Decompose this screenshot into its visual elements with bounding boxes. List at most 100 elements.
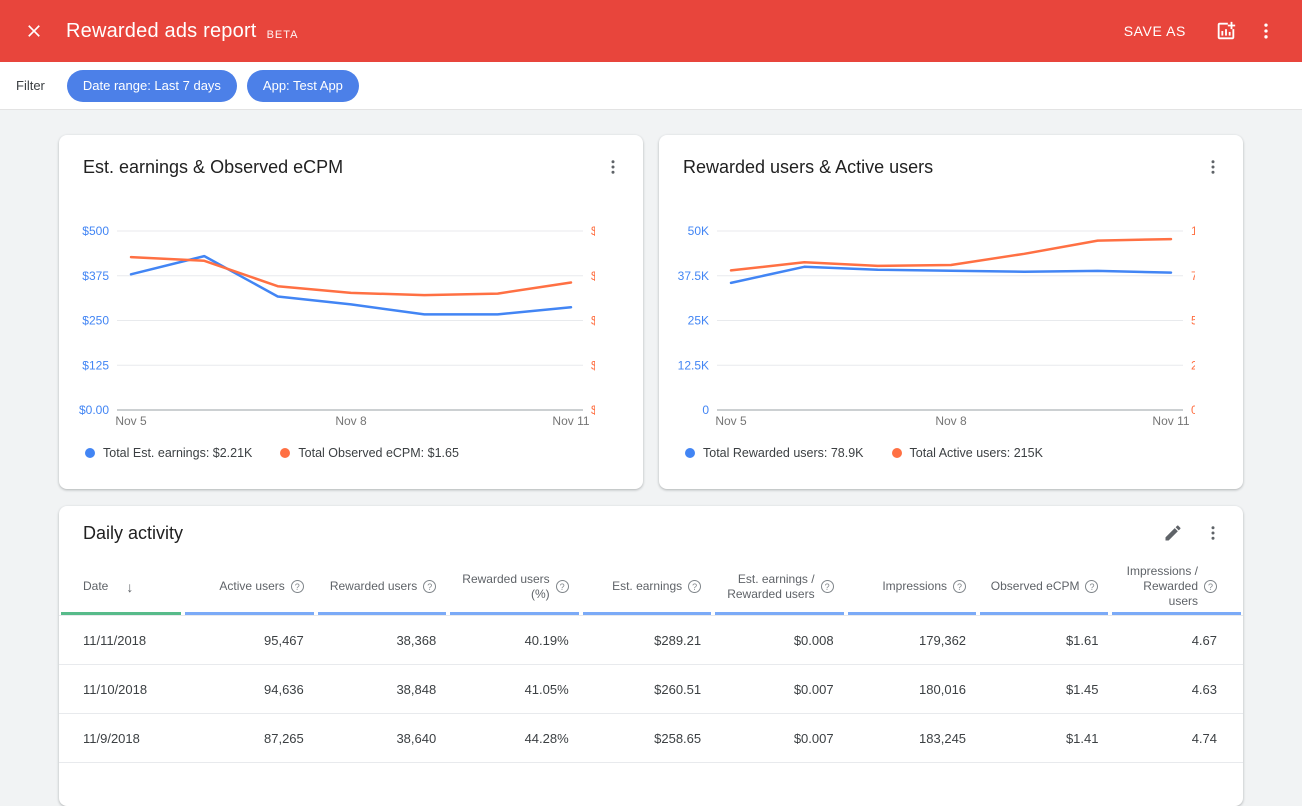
legend-item: Total Rewarded users: 78.9K [685, 446, 864, 460]
daily-activity-card: Daily activity Date↓Active users?Rewarde… [59, 506, 1243, 806]
legend-dot [280, 448, 290, 458]
info-icon[interactable]: ? [556, 580, 569, 593]
column-underline [848, 612, 976, 615]
column-label: Active users [219, 579, 284, 594]
chart-menu-button[interactable] [593, 147, 633, 187]
table-cell: $0.007 [713, 714, 845, 763]
filter-chip-app[interactable]: App: Test App [247, 70, 359, 102]
table-menu-button[interactable] [1193, 513, 1233, 553]
info-icon[interactable]: ? [1085, 580, 1098, 593]
table-cell: 95,467 [183, 616, 315, 665]
column-label: Rewarded users (%) [460, 572, 549, 602]
table-cell: 4.67 [1110, 616, 1243, 665]
left-axis-tick: $0.00 [79, 403, 109, 417]
left-axis-tick: $125 [82, 358, 109, 372]
series-line-est-earnings [131, 256, 571, 314]
column-underline [61, 612, 181, 615]
right-axis-tick: $2.40 [591, 224, 595, 238]
table-cell: 179,362 [846, 616, 978, 665]
info-icon[interactable]: ? [688, 580, 701, 593]
column-label: Observed eCPM [991, 579, 1080, 594]
table-cell: 94,636 [183, 665, 315, 714]
column-underline [980, 612, 1108, 615]
info-icon[interactable]: ? [423, 580, 436, 593]
info-icon[interactable]: ? [291, 580, 304, 593]
filter-label: Filter [16, 78, 45, 93]
pencil-icon [1163, 523, 1183, 543]
legend-item: Total Est. earnings: $2.21K [85, 446, 252, 460]
table-cell: $1.61 [978, 616, 1110, 665]
kebab-icon [1204, 524, 1222, 542]
edit-columns-button[interactable] [1153, 513, 1193, 553]
chart-title: Est. earnings & Observed eCPM [83, 157, 593, 178]
table-cell: $260.51 [581, 665, 713, 714]
column-label: Est. earnings / Rewarded users [725, 572, 814, 602]
table-cell: 38,640 [316, 714, 448, 763]
column-header-impressions-rewarded-users[interactable]: Impressions / Rewarded users? [1110, 560, 1243, 616]
right-axis-tick: 100K [1191, 224, 1195, 238]
table-cell: $1.45 [978, 665, 1110, 714]
chart-menu-button[interactable] [1193, 147, 1233, 187]
right-axis-tick: $0.00 [591, 403, 595, 417]
add-chart-icon [1215, 20, 1237, 42]
earnings-ecpm-chart: $500$2.40$375$1.80$250$1.20$125$0.60$0.0… [59, 199, 643, 434]
table-cell: 38,848 [316, 665, 448, 714]
right-axis-tick: 0 [1191, 403, 1195, 417]
info-icon[interactable]: ? [821, 580, 834, 593]
daily-activity-title: Daily activity [83, 523, 1153, 544]
table-row [59, 763, 1243, 803]
overflow-menu-button[interactable] [1246, 11, 1286, 51]
line-chart: $500$2.40$375$1.80$250$1.20$125$0.60$0.0… [59, 199, 595, 434]
column-header-active-users[interactable]: Active users? [183, 560, 315, 616]
info-icon[interactable]: ? [1204, 580, 1217, 593]
legend-dot [685, 448, 695, 458]
right-axis-tick: $0.60 [591, 358, 595, 372]
save-as-button[interactable]: SAVE AS [1118, 22, 1192, 40]
x-axis-tick: Nov 11 [552, 414, 589, 428]
left-axis-tick: 25K [688, 314, 709, 328]
close-button[interactable] [14, 11, 54, 51]
chart-legend: Total Est. earnings: $2.21K Total Observe… [59, 446, 643, 460]
legend-label: Total Observed eCPM: $1.65 [298, 446, 459, 460]
table-cell: 44.28% [448, 714, 580, 763]
column-header-est-earnings[interactable]: Est. earnings? [581, 560, 713, 616]
column-label: Impressions / Rewarded users [1122, 564, 1198, 609]
table-row: 11/11/201895,46738,36840.19%$289.21$0.00… [59, 616, 1243, 665]
column-label: Est. earnings [612, 579, 682, 594]
info-icon[interactable]: ? [953, 580, 966, 593]
users-chart: 50K100K37.5K75K25K50K12.5K25K00Nov 5Nov … [659, 199, 1243, 434]
add-chart-button[interactable] [1206, 11, 1246, 51]
daily-activity-table: Date↓Active users?Rewarded users?Rewarde… [59, 560, 1243, 803]
series-line-rewarded-users [731, 267, 1171, 283]
column-header-est-earnings-rewarded-users[interactable]: Est. earnings / Rewarded users? [713, 560, 845, 616]
right-axis-tick: $1.80 [591, 269, 595, 283]
x-axis-tick: Nov 5 [715, 414, 747, 428]
column-header-rewarded-users[interactable]: Rewarded users? [316, 560, 448, 616]
rewarded-ads-report-page: Rewarded ads report BETA SAVE AS Filter [0, 0, 1302, 806]
column-header-rewarded-users[interactable]: Rewarded users (%)? [448, 560, 580, 616]
column-underline [185, 612, 313, 615]
legend-label: Total Active users: 215K [910, 446, 1043, 460]
table-cell: $1.41 [978, 714, 1110, 763]
filter-chip-date-range[interactable]: Date range: Last 7 days [67, 70, 237, 102]
column-header-observed-ecpm[interactable]: Observed eCPM? [978, 560, 1110, 616]
table-cell: 183,245 [846, 714, 978, 763]
legend-item: Total Active users: 215K [892, 446, 1043, 460]
column-header-date[interactable]: Date↓ [59, 560, 183, 616]
left-axis-tick: 50K [688, 224, 709, 238]
left-axis-tick: 12.5K [678, 358, 709, 372]
table-cell: $289.21 [581, 616, 713, 665]
column-header-impressions[interactable]: Impressions? [846, 560, 978, 616]
chart-card-rewarded-active-users: Rewarded users & Active users 50K100K37.… [659, 135, 1243, 489]
table-cell: 38,368 [316, 616, 448, 665]
table-cell: 11/9/2018 [59, 714, 183, 763]
left-axis-tick: 37.5K [678, 269, 709, 283]
left-axis-tick: $375 [82, 269, 109, 283]
table-cell: $258.65 [581, 714, 713, 763]
sort-desc-icon[interactable]: ↓ [126, 579, 133, 595]
left-axis-tick: 0 [702, 403, 709, 417]
series-line-active-users [731, 239, 1171, 270]
close-icon [24, 21, 44, 41]
chart-card-earnings-ecpm: Est. earnings & Observed eCPM $500$2.40$… [59, 135, 643, 489]
legend-dot [85, 448, 95, 458]
